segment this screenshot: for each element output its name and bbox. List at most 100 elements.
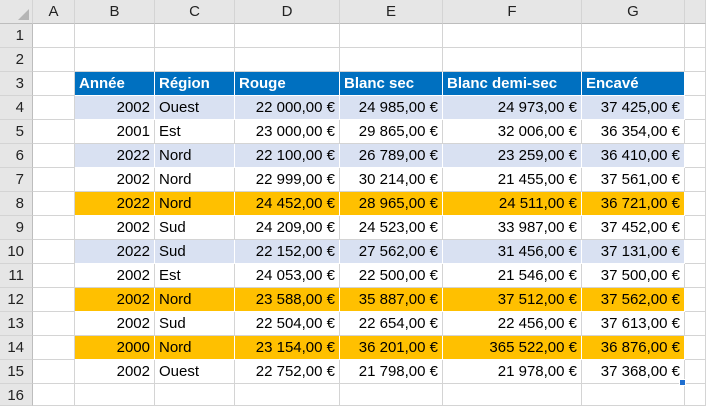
cell[interactable] <box>685 144 706 168</box>
table-cell[interactable]: 36 354,00 € <box>582 120 685 144</box>
spreadsheet-grid[interactable]: A B C D E F G 1 2 3 Année Région Rouge Blanc sec Blanc… <box>0 0 706 406</box>
cell[interactable] <box>75 24 155 48</box>
row-header-16[interactable]: 16 <box>0 384 33 406</box>
table-cell[interactable]: 24 973,00 € <box>443 96 582 120</box>
cell[interactable] <box>235 24 340 48</box>
table-cell[interactable]: 23 154,00 € <box>235 336 340 360</box>
table-cell[interactable]: 2001 <box>75 120 155 144</box>
table-cell[interactable]: 22 654,00 € <box>340 312 443 336</box>
column-header-c[interactable]: C <box>155 0 235 24</box>
row-header-15[interactable]: 15 <box>0 360 33 384</box>
row-header-4[interactable]: 4 <box>0 96 33 120</box>
table-header-cell[interactable]: Blanc demi-sec <box>443 72 582 96</box>
fill-handle[interactable] <box>679 379 686 386</box>
table-cell[interactable]: 24 452,00 € <box>235 192 340 216</box>
cell[interactable] <box>685 48 706 72</box>
row-header-5[interactable]: 5 <box>0 120 33 144</box>
cell[interactable] <box>155 48 235 72</box>
table-cell[interactable]: 2000 <box>75 336 155 360</box>
table-cell[interactable]: 24 523,00 € <box>340 216 443 240</box>
table-cell[interactable]: Nord <box>155 168 235 192</box>
row-header-1[interactable]: 1 <box>0 24 33 48</box>
table-cell[interactable]: Sud <box>155 216 235 240</box>
table-cell[interactable]: Sud <box>155 240 235 264</box>
table-header-cell[interactable]: Encavé <box>582 72 685 96</box>
table-cell[interactable]: Nord <box>155 144 235 168</box>
table-cell[interactable]: 24 053,00 € <box>235 264 340 288</box>
table-cell[interactable]: 22 000,00 € <box>235 96 340 120</box>
table-header-cell[interactable]: Année <box>75 72 155 96</box>
table-cell[interactable]: 37 452,00 € <box>582 216 685 240</box>
cell[interactable] <box>685 168 706 192</box>
table-cell[interactable]: 35 887,00 € <box>340 288 443 312</box>
table-cell[interactable]: 2002 <box>75 312 155 336</box>
table-cell[interactable]: Est <box>155 120 235 144</box>
table-cell[interactable]: 37 500,00 € <box>582 264 685 288</box>
table-cell[interactable]: 21 798,00 € <box>340 360 443 384</box>
table-cell[interactable]: 22 999,00 € <box>235 168 340 192</box>
cell[interactable] <box>685 240 706 264</box>
cell[interactable] <box>685 288 706 312</box>
cell[interactable] <box>685 72 706 96</box>
table-cell[interactable]: 22 456,00 € <box>443 312 582 336</box>
cell[interactable] <box>685 216 706 240</box>
table-cell[interactable]: 21 455,00 € <box>443 168 582 192</box>
cell[interactable] <box>340 48 443 72</box>
cell[interactable] <box>33 216 75 240</box>
cell[interactable] <box>75 384 155 406</box>
cell[interactable] <box>235 384 340 406</box>
cell[interactable] <box>33 360 75 384</box>
cell[interactable] <box>340 24 443 48</box>
table-cell[interactable]: Nord <box>155 336 235 360</box>
table-cell[interactable]: 30 214,00 € <box>340 168 443 192</box>
table-cell[interactable]: Est <box>155 264 235 288</box>
cell[interactable] <box>685 312 706 336</box>
table-cell[interactable]: 33 987,00 € <box>443 216 582 240</box>
table-cell[interactable]: 2002 <box>75 168 155 192</box>
table-cell[interactable]: Sud <box>155 312 235 336</box>
table-header-cell[interactable]: Région <box>155 72 235 96</box>
table-cell[interactable]: 22 504,00 € <box>235 312 340 336</box>
table-cell[interactable]: 21 546,00 € <box>443 264 582 288</box>
table-cell[interactable]: 2022 <box>75 192 155 216</box>
table-cell[interactable]: Nord <box>155 192 235 216</box>
cell[interactable] <box>33 336 75 360</box>
table-cell[interactable]: 22 752,00 € <box>235 360 340 384</box>
cell[interactable] <box>582 384 685 406</box>
row-header-2[interactable]: 2 <box>0 48 33 72</box>
table-cell[interactable]: 22 500,00 € <box>340 264 443 288</box>
row-header-11[interactable]: 11 <box>0 264 33 288</box>
cell[interactable] <box>685 384 706 406</box>
column-header-a[interactable]: A <box>33 0 75 24</box>
table-cell[interactable]: 22 152,00 € <box>235 240 340 264</box>
table-cell[interactable]: 23 259,00 € <box>443 144 582 168</box>
table-cell[interactable]: 23 000,00 € <box>235 120 340 144</box>
table-cell[interactable]: Nord <box>155 288 235 312</box>
cell[interactable] <box>33 72 75 96</box>
table-cell[interactable]: 37 512,00 € <box>443 288 582 312</box>
cell[interactable] <box>33 192 75 216</box>
cell[interactable] <box>443 48 582 72</box>
cell[interactable] <box>443 384 582 406</box>
cell[interactable] <box>685 120 706 144</box>
row-header-3[interactable]: 3 <box>0 72 33 96</box>
cell[interactable] <box>582 24 685 48</box>
table-cell[interactable]: 36 876,00 € <box>582 336 685 360</box>
cell[interactable] <box>33 48 75 72</box>
row-header-13[interactable]: 13 <box>0 312 33 336</box>
table-cell[interactable]: 28 965,00 € <box>340 192 443 216</box>
cell[interactable] <box>685 264 706 288</box>
column-header-d[interactable]: D <box>235 0 340 24</box>
table-cell[interactable]: 37 425,00 € <box>582 96 685 120</box>
row-header-8[interactable]: 8 <box>0 192 33 216</box>
cell[interactable] <box>155 24 235 48</box>
cell[interactable] <box>33 384 75 406</box>
table-cell[interactable]: 2002 <box>75 216 155 240</box>
cell[interactable] <box>685 360 706 384</box>
row-header-14[interactable]: 14 <box>0 336 33 360</box>
cell[interactable] <box>33 168 75 192</box>
table-cell[interactable]: 36 721,00 € <box>582 192 685 216</box>
cell[interactable] <box>443 24 582 48</box>
row-header-6[interactable]: 6 <box>0 144 33 168</box>
cell[interactable] <box>155 384 235 406</box>
